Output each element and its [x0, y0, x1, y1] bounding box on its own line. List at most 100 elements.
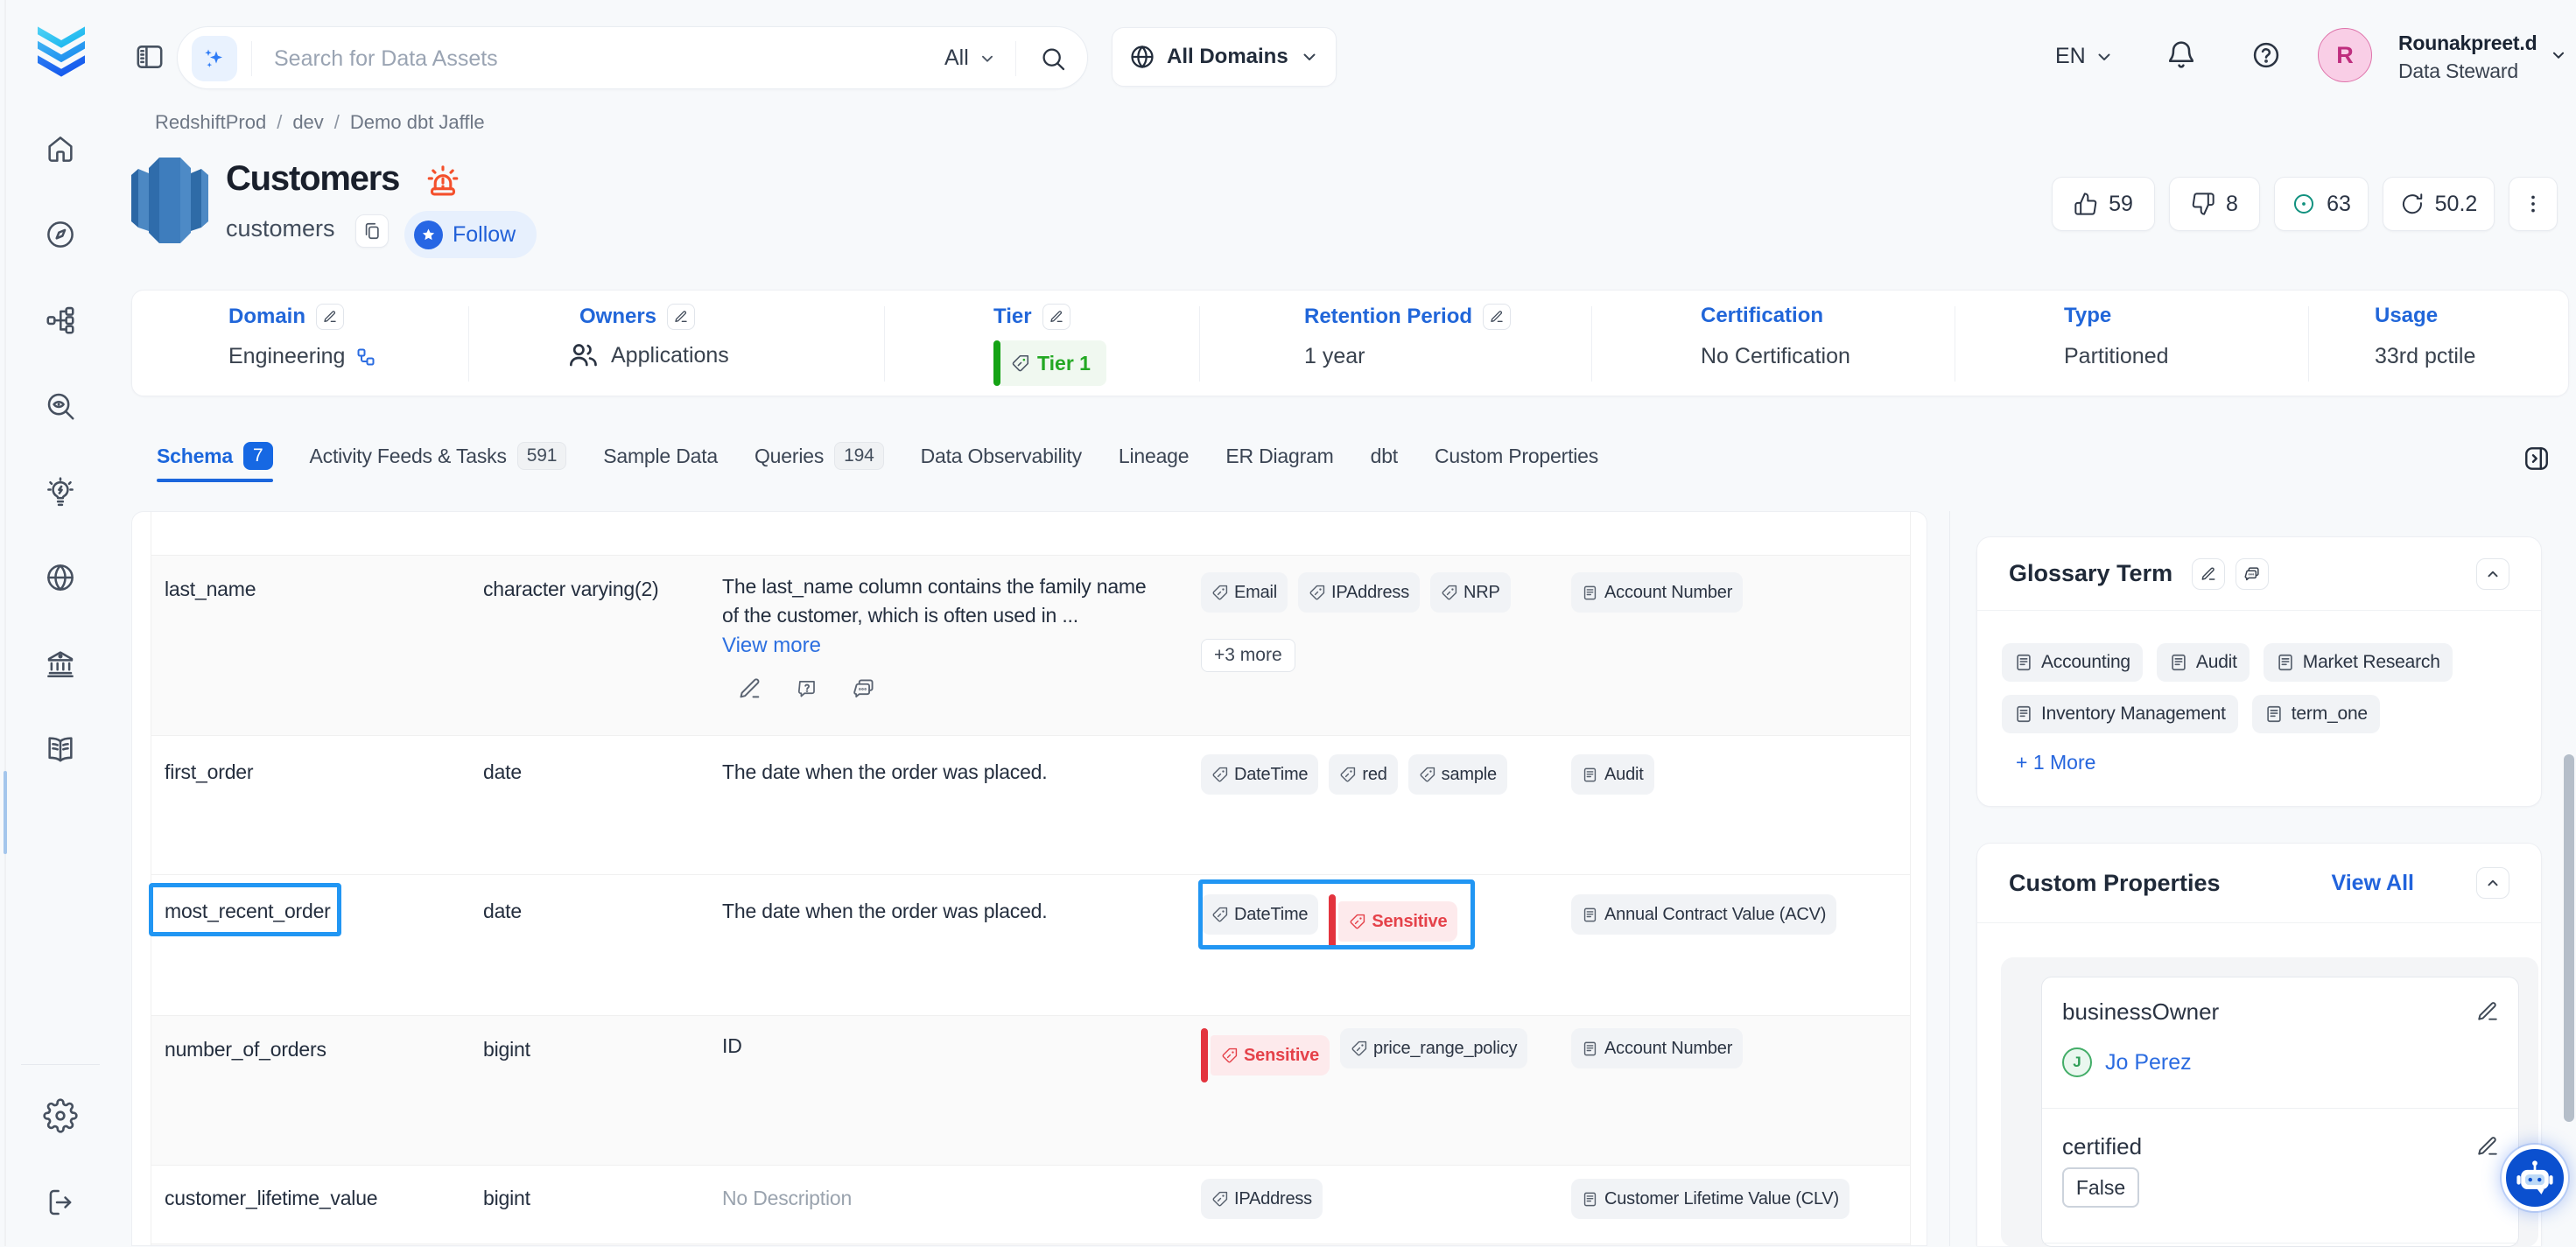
views-button[interactable]: 63	[2274, 177, 2369, 231]
ai-sparkle-icon[interactable]	[192, 36, 237, 81]
property-value-chip: False	[2062, 1167, 2139, 1208]
sidebar-toggle-button[interactable]	[134, 41, 165, 73]
book-icon	[1582, 1040, 1598, 1057]
glossary-term-chip[interactable]: Inventory Management	[2002, 695, 2238, 733]
tab-sample-data[interactable]: Sample Data	[603, 445, 718, 480]
glossary-term-chip[interactable]: Audit	[2157, 643, 2250, 682]
column-name[interactable]: number_of_orders	[165, 1035, 326, 1064]
domain-value-row[interactable]: Engineering	[228, 344, 376, 369]
edit-property-button[interactable]	[2476, 1000, 2499, 1023]
edit-glossary-button[interactable]	[2192, 558, 2225, 590]
owners-value-row[interactable]: Applications	[565, 338, 729, 373]
comments-icon[interactable]	[852, 676, 876, 701]
column-type: bigint	[483, 1035, 530, 1064]
glossary-term-chip[interactable]: Market Research	[2264, 643, 2453, 682]
sidebar-scrollbar-thumb[interactable]	[4, 771, 7, 854]
sidebar-item-home[interactable]	[43, 131, 78, 166]
edit-owners-button[interactable]	[667, 304, 695, 330]
collapse-panel-icon[interactable]	[2523, 445, 2551, 473]
tag-chip[interactable]: IPAddress	[1298, 572, 1420, 613]
search-icon[interactable]	[1039, 45, 1067, 73]
retention-label-row: Retention Period	[1304, 304, 1511, 330]
search-input[interactable]: Search for Data Assets	[274, 46, 498, 72]
column-name[interactable]: customer_lifetime_value	[165, 1184, 377, 1213]
score-button[interactable]: 50.2	[2383, 177, 2495, 231]
avatar[interactable]: R	[2318, 28, 2372, 82]
tag-chip[interactable]: DateTime	[1201, 754, 1318, 795]
view-all-link[interactable]: View All	[2332, 871, 2414, 896]
notifications-button[interactable]	[2165, 39, 2197, 71]
sidebar-item-govern[interactable]	[43, 646, 78, 681]
tab-lineage[interactable]: Lineage	[1119, 445, 1189, 480]
downvote-button[interactable]: 8	[2169, 177, 2260, 231]
tab-activity-feeds[interactable]: Activity Feeds & Tasks591	[310, 442, 567, 482]
collapse-custom-properties-button[interactable]	[2476, 867, 2509, 899]
follow-button[interactable]: Follow	[404, 211, 537, 258]
glossary-comments-button[interactable]	[2236, 558, 2269, 590]
glossary-chip[interactable]: Annual Contract Value (ACV)	[1571, 894, 1836, 935]
tab-custom-properties[interactable]: Custom Properties	[1435, 445, 1598, 480]
glossary-chip[interactable]: Audit	[1571, 754, 1654, 795]
book-icon	[1582, 1191, 1598, 1208]
edit-domain-button[interactable]	[316, 304, 344, 330]
global-search[interactable]: Search for Data Assets All	[177, 26, 1088, 89]
window-scrollbar-thumb[interactable]	[2564, 754, 2574, 1122]
sidebar-item-domains[interactable]	[43, 560, 78, 595]
user-link[interactable]: Jo Perez	[2105, 1050, 2192, 1075]
sidebar-item-insights[interactable]	[43, 474, 78, 509]
tag-chip[interactable]: Email	[1201, 572, 1288, 613]
sidebar-item-logout[interactable]	[43, 1185, 78, 1220]
collapse-glossary-button[interactable]	[2476, 558, 2509, 590]
glossary-term-chip[interactable]: Accounting	[2002, 643, 2143, 682]
help-button[interactable]	[2250, 39, 2282, 71]
breadcrumb-item[interactable]: dev	[292, 111, 323, 134]
edit-retention-button[interactable]	[1483, 304, 1511, 330]
alert-siren-icon[interactable]	[424, 163, 457, 196]
tag-chip[interactable]: sample	[1408, 754, 1507, 795]
breadcrumb-item[interactable]: RedshiftProd	[155, 111, 266, 134]
glossary-term-chip[interactable]: term_one	[2252, 695, 2380, 733]
sidebar-item-glossary[interactable]	[43, 732, 78, 767]
column-description: ID	[722, 1032, 1265, 1061]
downvote-count: 8	[2226, 192, 2238, 217]
language-select[interactable]: EN	[2055, 44, 2115, 69]
tag-chip[interactable]: price_range_policy	[1340, 1028, 1527, 1068]
property-value-user[interactable]: JJo Perez	[2062, 1047, 2192, 1077]
tab-queries[interactable]: Queries194	[755, 442, 884, 482]
tab-schema[interactable]: Schema7	[157, 442, 273, 482]
glossary-chip[interactable]: Customer Lifetime Value (CLV)	[1571, 1179, 1850, 1219]
edit-description-icon[interactable]	[738, 676, 762, 701]
openmetadata-logo[interactable]	[33, 23, 89, 77]
breadcrumb-item[interactable]: Demo dbt Jaffle	[350, 111, 485, 134]
more-tags-chip[interactable]: +3 more	[1201, 639, 1295, 672]
sensitive-tag-chip[interactable]: Sensitive	[1201, 1028, 1330, 1082]
view-more-link[interactable]: View more	[722, 634, 821, 658]
glossary-chip[interactable]: Account Number	[1571, 572, 1743, 613]
tier-chip[interactable]: Tier 1	[993, 340, 1106, 386]
glossary-chip[interactable]: Account Number	[1571, 1028, 1743, 1068]
tag-chip[interactable]: IPAddress	[1201, 1179, 1323, 1219]
copy-name-button[interactable]	[355, 214, 389, 248]
tab-data-observability[interactable]: Data Observability	[921, 445, 1082, 480]
column-name[interactable]: first_order	[165, 758, 253, 787]
chatbot-button[interactable]	[2502, 1145, 2568, 1211]
request-description-icon[interactable]	[795, 676, 819, 701]
user-menu-chevron[interactable]	[2549, 46, 2568, 65]
tag-chip[interactable]: red	[1329, 754, 1397, 795]
search-scope-select[interactable]: All	[944, 46, 997, 71]
tag-chip[interactable]: NRP	[1430, 572, 1511, 613]
tab-dbt[interactable]: dbt	[1371, 445, 1398, 480]
sidebar-item-settings[interactable]	[43, 1098, 78, 1133]
column-name[interactable]: last_name	[165, 575, 256, 604]
glossary-more-link[interactable]: + 1 More	[2016, 751, 2095, 774]
more-actions-button[interactable]	[2509, 177, 2558, 231]
domains-dropdown[interactable]: All Domains	[1112, 27, 1337, 87]
sidebar-item-observability[interactable]	[43, 389, 78, 424]
sidebar-item-explore[interactable]	[43, 217, 78, 252]
upvote-button[interactable]: 59	[2052, 177, 2155, 231]
edit-tier-button[interactable]	[1042, 304, 1070, 330]
sidebar-item-lineage[interactable]	[43, 303, 78, 338]
tab-er-diagram[interactable]: ER Diagram	[1225, 445, 1333, 480]
edit-property-button[interactable]	[2476, 1135, 2499, 1158]
pencil-icon	[2200, 566, 2216, 582]
